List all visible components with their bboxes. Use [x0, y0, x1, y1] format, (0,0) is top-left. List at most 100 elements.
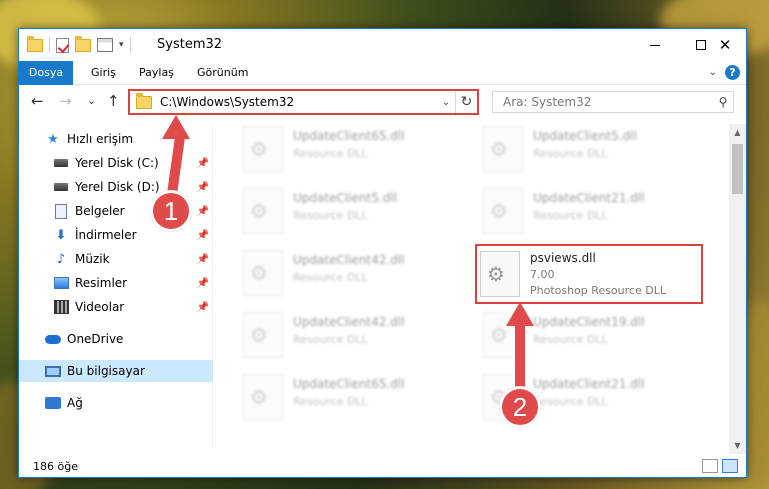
dll-file-icon: [243, 126, 283, 172]
music-icon: ♪: [56, 251, 66, 267]
search-icon[interactable]: ⚲: [713, 95, 733, 109]
sidebar-item-onedrive[interactable]: OneDrive: [19, 328, 213, 350]
file-name: UpdateClient65.dll: [293, 129, 405, 143]
file-type: Resource DLL: [293, 147, 368, 160]
file-list: UpdateClient65.dll Resource DLL UpdateCli…: [219, 124, 729, 454]
scroll-up-icon[interactable]: ▲: [729, 124, 746, 141]
scrollbar-thumb[interactable]: [732, 144, 743, 194]
ribbon-right: ⌄ ?: [709, 65, 740, 80]
divider: [129, 37, 131, 53]
dll-file-icon: [243, 188, 283, 234]
file-name: UpdateClient5.dll: [533, 129, 637, 143]
file-type: Resource DLL: [533, 209, 608, 222]
forward-button[interactable]: →: [59, 92, 72, 110]
chevron-down-icon[interactable]: ⌄: [437, 97, 455, 108]
list-item[interactable]: UpdateClient5.dll Resource DLL: [243, 186, 463, 238]
file-version: 7.00: [530, 268, 555, 281]
help-icon[interactable]: ?: [725, 65, 740, 80]
ribbon-expand-icon[interactable]: ⌄: [709, 67, 717, 78]
qat-dropdown-icon[interactable]: ▾: [119, 40, 124, 50]
minimize-button[interactable]: [632, 29, 678, 61]
title-bar: ▾ System32 ✕: [19, 29, 746, 61]
folder-icon: [27, 35, 43, 52]
file-name: UpdateClient42.dll: [293, 253, 405, 267]
sidebar-item-network[interactable]: Ağ: [19, 392, 213, 414]
psviews-dll-item[interactable]: psviews.dll 7.00 Photoshop Resource DLL: [475, 244, 703, 304]
file-type: Resource DLL: [293, 271, 368, 284]
video-icon: [53, 299, 69, 315]
drive-icon: [53, 155, 69, 171]
address-path[interactable]: C:\Windows\System32: [160, 95, 437, 109]
pin-icon[interactable]: 📌: [197, 230, 209, 241]
sidebar-item-this-pc[interactable]: Bu bilgisayar: [19, 360, 213, 382]
properties-check-icon[interactable]: [56, 37, 69, 53]
pin-icon[interactable]: 📌: [197, 206, 209, 217]
download-icon: ⬇: [55, 227, 67, 243]
list-item[interactable]: UpdateClient42.dll Resource DLL: [243, 310, 463, 362]
tab-home[interactable]: Giriş: [79, 61, 128, 85]
drive-icon: [53, 179, 69, 195]
list-item[interactable]: UpdateClient21.dll Resource DLL: [483, 186, 703, 238]
file-type: Resource DLL: [533, 333, 608, 346]
address-bar[interactable]: C:\Windows\System32 ⌄ ↻: [128, 89, 479, 115]
back-button[interactable]: ←: [31, 92, 44, 110]
close-button[interactable]: ✕: [702, 29, 748, 61]
document-icon: [53, 203, 69, 219]
sidebar-item-local-disk-c[interactable]: Yerel Disk (C:) 📌: [19, 152, 213, 174]
up-button[interactable]: ↑: [107, 92, 120, 110]
file-explorer-window: ▾ System32 ✕ Dosya Giriş Paylaş Görünüm …: [18, 28, 747, 478]
customize-icon[interactable]: [97, 38, 113, 52]
tiles-view-icon[interactable]: [722, 459, 738, 473]
sidebar-item-label: Müzik: [75, 252, 110, 266]
window-title: System32: [157, 37, 223, 52]
tab-view[interactable]: Görünüm: [185, 61, 260, 85]
sidebar-item-videos[interactable]: Videolar 📌: [19, 296, 213, 318]
sidebar-item-label: Ağ: [67, 396, 83, 410]
computer-icon: [45, 363, 61, 379]
file-name: UpdateClient42.dll: [293, 315, 405, 329]
vertical-scrollbar[interactable]: ▲ ▼: [729, 124, 746, 454]
pin-icon[interactable]: 📌: [197, 158, 209, 169]
file-name: UpdateClient21.dll: [533, 191, 645, 205]
search-input[interactable]: Ara: System32: [503, 95, 713, 109]
file-type: Resource DLL: [533, 147, 608, 160]
sidebar-item-label: Yerel Disk (C:): [75, 156, 159, 170]
file-type: Resource DLL: [293, 209, 368, 222]
scroll-down-icon[interactable]: ▼: [729, 437, 746, 454]
sidebar-item-label: Yerel Disk (D:): [75, 180, 160, 194]
file-name: UpdateClient19.dll: [533, 315, 645, 329]
sidebar-item-label: Belgeler: [75, 204, 125, 218]
sidebar-item-pictures[interactable]: Resimler 📌: [19, 272, 213, 294]
dll-file-icon: [480, 251, 520, 297]
pin-icon[interactable]: 📌: [197, 278, 209, 289]
file-name: UpdateClient5.dll: [293, 191, 397, 205]
pin-icon[interactable]: 📌: [197, 182, 209, 193]
pin-icon[interactable]: 📌: [197, 302, 209, 313]
dll-file-icon: [243, 312, 283, 358]
ribbon-tabs: Dosya Giriş Paylaş Görünüm ⌄ ?: [19, 61, 746, 85]
view-toggle: [702, 459, 738, 473]
details-view-icon[interactable]: [702, 459, 718, 473]
sidebar-item-label: Hızlı erişim: [67, 132, 134, 146]
sidebar-item-music[interactable]: ♪ Müzik 📌: [19, 248, 213, 270]
file-type: Resource DLL: [293, 395, 368, 408]
callout-arrow-head: [162, 115, 190, 139]
recent-locations-button[interactable]: ⌄: [87, 94, 96, 107]
sidebar-item-label: Resimler: [75, 276, 128, 290]
list-item[interactable]: UpdateClient5.dll Resource DLL: [483, 124, 703, 176]
tab-file[interactable]: Dosya: [19, 61, 73, 85]
pin-icon[interactable]: 📌: [197, 254, 209, 265]
refresh-icon[interactable]: ↻: [455, 91, 477, 113]
dll-file-icon: [243, 250, 283, 296]
tab-share[interactable]: Paylaş: [127, 61, 186, 85]
step-1-badge: 1: [150, 190, 192, 232]
file-name: psviews.dll: [530, 251, 596, 265]
list-item[interactable]: UpdateClient65.dll Resource DLL: [243, 372, 463, 424]
search-box[interactable]: Ara: System32 ⚲: [492, 91, 734, 113]
list-item[interactable]: UpdateClient42.dll Resource DLL: [243, 248, 463, 300]
file-type: Photoshop Resource DLL: [530, 284, 666, 297]
list-item[interactable]: UpdateClient65.dll Resource DLL: [243, 124, 463, 176]
picture-icon: [53, 275, 69, 291]
new-folder-icon[interactable]: [75, 35, 91, 52]
dll-file-icon: [243, 374, 283, 420]
